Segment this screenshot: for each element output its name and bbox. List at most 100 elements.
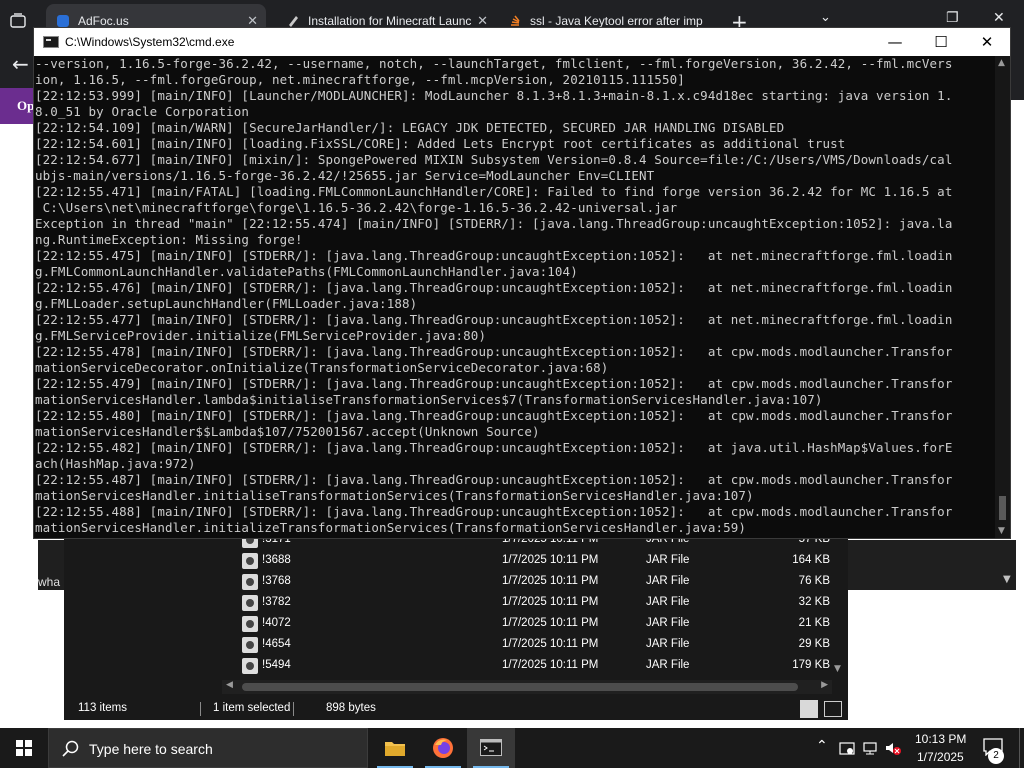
console-line: [22:12:55.477] [main/INFO] [STDERR/]: [j… (35, 312, 953, 327)
jar-file-icon (242, 574, 258, 590)
notification-count-badge: 2 (988, 748, 1004, 764)
tiles-view-icon[interactable] (824, 701, 842, 717)
file-size: 76 KB (798, 575, 830, 587)
restore-icon[interactable]: ❐ (946, 10, 959, 26)
scroll-up-icon[interactable]: ▲ (998, 58, 1005, 68)
console-line: mationServicesHandler.initializeTransfor… (35, 520, 747, 535)
scroll-down-icon[interactable]: ▼ (834, 664, 841, 674)
background-text: wha (38, 575, 61, 589)
window-title: C:\Windows\System32\cmd.exe (65, 35, 235, 49)
scrollbar-thumb[interactable] (999, 496, 1006, 520)
console-line: [22:12:55.479] [main/INFO] [STDERR/]: [j… (35, 376, 953, 391)
cmd-window: C:\Windows\System32\cmd.exe — ☐ ✕ --vers… (33, 27, 1011, 539)
scroll-right-icon[interactable]: ▶ (821, 680, 828, 690)
search-icon (62, 740, 79, 757)
console-line: [22:12:54.677] [main/INFO] [mixin/]: Spo… (35, 152, 953, 167)
file-type: JAR File (646, 575, 690, 587)
file-type: JAR File (646, 638, 690, 650)
file-size: 32 KB (798, 596, 830, 608)
cmd-titlebar[interactable]: C:\Windows\System32\cmd.exe — ☐ ✕ (34, 28, 1010, 56)
close-button[interactable]: ✕ (964, 28, 1010, 56)
network-icon[interactable] (862, 740, 878, 756)
console-line: C:\Users\net\minecraftforge\forge\1.16.5… (35, 200, 678, 215)
minimize-button[interactable]: — (872, 28, 918, 56)
console-line: [22:12:55.478] [main/INFO] [STDERR/]: [j… (35, 344, 953, 359)
vertical-scrollbar[interactable]: ▲ ▼ (995, 56, 1010, 538)
tab-label: AdFoc.us (78, 14, 129, 28)
firefox-icon (433, 738, 453, 758)
volume-muted-icon[interactable] (884, 740, 902, 756)
file-type: JAR File (646, 617, 690, 629)
file-name: !4654 (262, 638, 291, 650)
clock-date[interactable]: 1/7/2025 (917, 750, 964, 764)
file-row[interactable]: !3688 1/7/2025 10:11 PM JAR File 164 KB (238, 551, 834, 572)
tab-label: Installation for Minecraft Launc (308, 14, 472, 28)
console-line: [22:12:55.471] [main/FATAL] [loading.FML… (35, 184, 953, 199)
console-line: ubjs-main/versions/1.16.5-forge-36.2.42/… (35, 168, 655, 183)
chevron-down-icon[interactable]: ⌄ (820, 10, 831, 25)
file-date: 1/7/2025 10:11 PM (502, 575, 599, 587)
console-line: [22:12:55.480] [main/INFO] [STDERR/]: [j… (35, 408, 953, 423)
console-line: mationServicesHandler$$Lambda$107/752001… (35, 424, 540, 439)
file-size: 164 KB (792, 554, 830, 566)
console-line: [22:12:55.482] [main/INFO] [STDERR/]: [j… (35, 440, 953, 455)
close-icon[interactable]: ✕ (993, 10, 1005, 26)
console-line: g.FMLServiceProvider.initialize(FMLServi… (35, 328, 487, 343)
tab-actions-icon[interactable] (9, 12, 27, 30)
start-button[interactable] (0, 728, 48, 768)
file-name: !3688 (262, 554, 291, 566)
file-date: 1/7/2025 10:11 PM (502, 638, 599, 650)
console-line: [22:12:55.488] [main/INFO] [STDERR/]: [j… (35, 504, 953, 519)
jar-file-icon (242, 637, 258, 653)
minecraft-favicon-icon (289, 16, 298, 27)
maximize-button[interactable]: ☐ (918, 28, 964, 56)
back-arrow-icon[interactable]: ← (12, 52, 29, 76)
file-name: !3782 (262, 596, 291, 608)
scroll-left-icon[interactable]: ◀ (226, 680, 233, 690)
status-bar: 113 items 1 item selected 898 bytes (64, 697, 848, 720)
file-row[interactable]: !5494 1/7/2025 10:11 PM JAR File 179 KB (238, 656, 834, 677)
jar-file-icon (242, 553, 258, 569)
taskbar: Type here to search ⌃ 10:13 PM 1/7/2025 … (0, 728, 1024, 768)
file-size: 21 KB (798, 617, 830, 629)
scroll-down-icon[interactable]: ▼ (1003, 574, 1011, 585)
clock-time[interactable]: 10:13 PM (915, 732, 966, 746)
terminal-icon (480, 739, 502, 756)
file-row[interactable]: !4072 1/7/2025 10:11 PM JAR File 21 KB (238, 614, 834, 635)
file-type: JAR File (646, 659, 690, 671)
file-date: 1/7/2025 10:11 PM (502, 617, 599, 629)
search-placeholder: Type here to search (89, 741, 213, 757)
console-line: 8.0_51 by Oracle Corporation (35, 104, 250, 119)
file-explorer-window: !3171 1/7/2025 10:11 PM JAR File 57 KB !3688… (64, 530, 848, 720)
details-view-icon[interactable] (800, 700, 818, 718)
scrollbar-thumb[interactable] (242, 683, 798, 691)
divider (200, 702, 201, 716)
file-size: 29 KB (798, 638, 830, 650)
cmd-app-icon (43, 36, 59, 48)
file-explorer-taskbar-button[interactable] (371, 728, 419, 768)
divider (293, 702, 294, 716)
item-count: 113 items (78, 702, 128, 714)
scroll-down-icon[interactable]: ▼ (998, 526, 1005, 536)
cmd-taskbar-button[interactable] (467, 728, 515, 768)
horizontal-scrollbar[interactable]: ◀ ▶ (222, 680, 832, 694)
chevron-up-icon[interactable]: ⌃ (816, 738, 828, 754)
file-row[interactable]: !4654 1/7/2025 10:11 PM JAR File 29 KB (238, 635, 834, 656)
console-line: [22:12:54.109] [main/WARN] [SecureJarHan… (35, 120, 785, 135)
jar-file-icon (242, 616, 258, 632)
console-line: --version, 1.16.5-forge-36.2.42, --usern… (35, 56, 953, 71)
tab-label: ssl - Java Keytool error after imp (530, 14, 703, 28)
file-row[interactable]: !3782 1/7/2025 10:11 PM JAR File 32 KB (238, 593, 834, 614)
file-name: !3768 (262, 575, 291, 587)
file-row[interactable]: !3768 1/7/2025 10:11 PM JAR File 76 KB (238, 572, 834, 593)
file-date: 1/7/2025 10:11 PM (502, 659, 599, 671)
search-input[interactable]: Type here to search (48, 728, 368, 768)
console-line: ion, 1.16.5, --fml.forgeGroup, net.minec… (35, 72, 685, 87)
console-line: g.FMLLoader.setupLaunchHandler(FMLLoader… (35, 296, 418, 311)
console-line: ng.RuntimeException: Missing forge! (35, 232, 303, 247)
show-desktop-button[interactable] (1019, 728, 1024, 768)
security-warning-icon[interactable] (839, 740, 855, 756)
console-output[interactable]: --version, 1.16.5-forge-36.2.42, --usern… (34, 56, 994, 538)
firefox-taskbar-button[interactable] (419, 728, 467, 768)
console-line: [22:12:55.475] [main/INFO] [STDERR/]: [j… (35, 248, 953, 263)
